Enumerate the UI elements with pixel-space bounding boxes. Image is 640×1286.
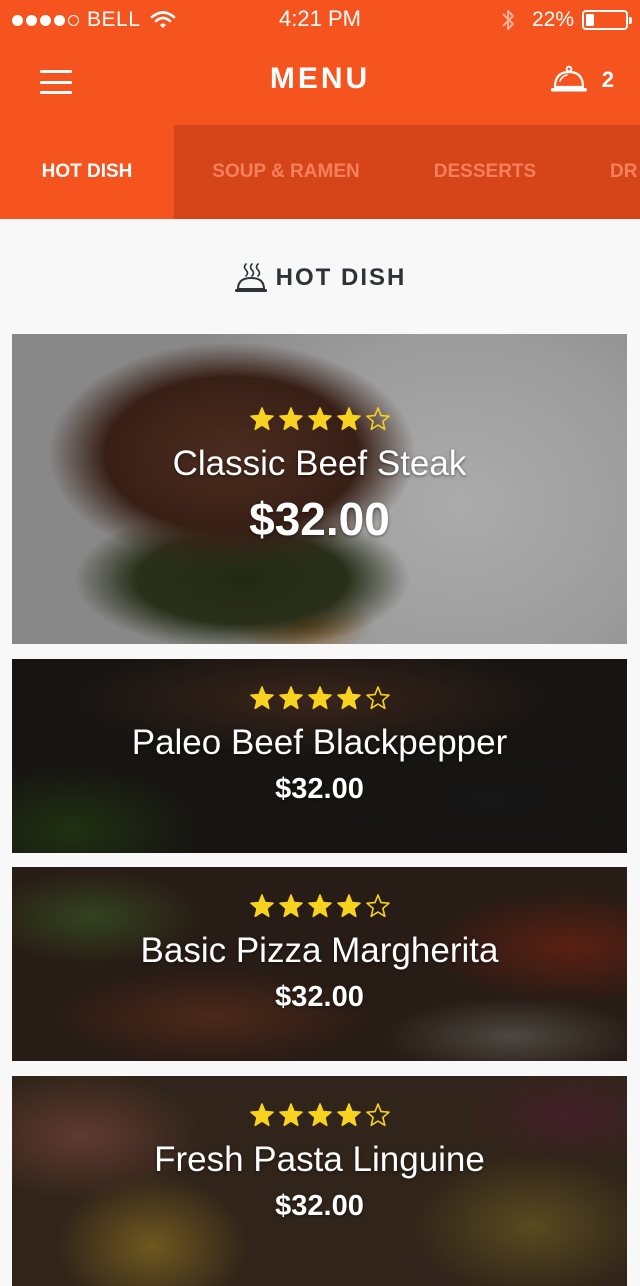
star-filled-icon [336,894,361,918]
page-title: MENU [269,62,371,95]
star-filled-icon [307,686,332,710]
rating-stars [12,893,627,919]
item-name: Classic Beef Steak [172,444,467,483]
tab-drinks[interactable]: DR [610,125,640,219]
menu-item-card[interactable]: Classic Beef Steak $32.00 [12,334,627,644]
cart-count: 2 [601,67,614,92]
tab-hot-dish[interactable]: HOT DISH [0,125,174,219]
steaming-cloche-icon [234,263,267,292]
star-empty-icon [365,407,390,431]
battery-level [586,14,594,26]
star-filled-icon [249,407,274,431]
item-price: $32.00 [275,981,364,1013]
menu-item-card[interactable]: Paleo Beef Blackpepper $32.00 [12,659,627,853]
star-filled-icon [336,686,361,710]
star-empty-icon [365,894,390,918]
bluetooth-icon [502,10,514,30]
battery-percentage: 22% [531,8,574,31]
star-filled-icon [336,1103,361,1127]
item-price: $32.00 [275,1190,364,1222]
star-filled-icon [336,407,361,431]
menu-item-card[interactable]: Basic Pizza Margherita $32.00 [12,867,627,1061]
menu-item-card[interactable]: Fresh Pasta Linguine $32.00 [12,1076,627,1286]
section-header: HOT DISH [0,258,640,298]
status-right: 22% [500,6,632,34]
star-empty-icon [365,686,390,710]
category-tabs: HOT DISH SOUP & RAMEN DESSERTS DR [0,125,640,219]
star-filled-icon [307,407,332,431]
item-price: $32.00 [275,773,364,805]
star-filled-icon [307,1103,332,1127]
star-filled-icon [278,686,303,710]
star-filled-icon [249,894,274,918]
star-filled-icon [249,686,274,710]
star-filled-icon [278,1103,303,1127]
cart-button[interactable]: 2 [550,64,614,96]
rating-stars [12,685,627,711]
section-title: HOT DISH [275,264,407,291]
nav-bar: MENU 2 [0,40,640,125]
star-filled-icon [278,894,303,918]
star-filled-icon [278,407,303,431]
item-name: Basic Pizza Margherita [140,931,499,970]
star-filled-icon [307,894,332,918]
battery-icon [582,10,632,30]
item-name: Paleo Beef Blackpepper [131,723,508,762]
rating-stars [12,406,627,432]
tab-desserts[interactable]: DESSERTS [422,125,548,219]
rating-stars [12,1102,627,1128]
star-filled-icon [249,1103,274,1127]
cloche-icon [550,65,587,92]
item-price: $32.00 [249,493,390,545]
status-bar: BELL 4:21 PM 22% [0,0,640,40]
tab-soup-ramen[interactable]: SOUP & RAMEN [200,125,372,219]
star-empty-icon [365,1103,390,1127]
item-name: Fresh Pasta Linguine [154,1140,485,1179]
